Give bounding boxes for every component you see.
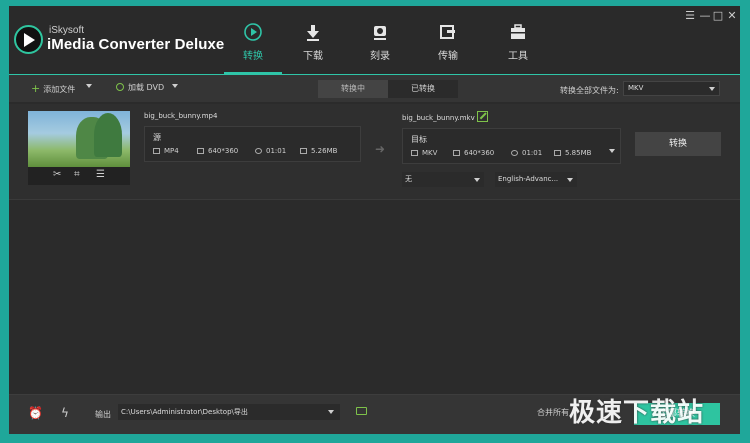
- thumbnail-tools: ✂ ⌗ ☰: [28, 167, 130, 185]
- menu-icon[interactable]: ☰: [684, 9, 696, 22]
- file-list-area: [9, 201, 740, 394]
- app-logo-icon: [14, 25, 43, 54]
- merge-all-label: 合并所有: [537, 408, 569, 417]
- load-dvd-button[interactable]: 加载 DVD: [116, 82, 164, 93]
- tab-transfer[interactable]: 传输: [418, 22, 478, 72]
- load-dvd-dropdown-icon[interactable]: [172, 84, 178, 88]
- tab-tools[interactable]: 工具: [488, 22, 548, 72]
- chevron-down-icon: [567, 178, 573, 182]
- tab-tools-label: 工具: [508, 51, 528, 62]
- lightning-icon[interactable]: ϟ: [61, 406, 69, 420]
- folder-size-icon: [300, 148, 307, 154]
- tab-burn-label: 刻录: [370, 51, 390, 62]
- status-segment: 转换中 已转换: [318, 80, 458, 98]
- source-info-box: 源 MP4 640*360 01:01 5.26MB: [144, 126, 361, 162]
- target-size: 5.85MB: [554, 149, 591, 157]
- tab-converted[interactable]: 已转换: [388, 80, 458, 98]
- source-duration: 01:01: [255, 147, 286, 155]
- clock-icon: [511, 150, 518, 156]
- chevron-down-icon: [474, 178, 480, 182]
- dvd-icon: [116, 83, 124, 91]
- target-label: 目标: [411, 135, 427, 144]
- clock-icon: [255, 148, 262, 154]
- add-files-dropdown-icon[interactable]: [86, 84, 92, 88]
- add-files-label: 添加文件: [43, 85, 76, 94]
- toolbox-icon: [488, 22, 548, 44]
- folder-icon[interactable]: [356, 407, 367, 415]
- tab-burn[interactable]: 刻录: [350, 22, 410, 72]
- app-window: iSkysoft iMedia Converter Deluxe 转换 下载 刻…: [9, 6, 740, 434]
- burn-disc-icon: [350, 22, 410, 44]
- source-label: 源: [153, 133, 161, 142]
- download-icon: [283, 22, 343, 44]
- title-bar: iSkysoft iMedia Converter Deluxe 转换 下载 刻…: [9, 6, 740, 74]
- subtitle-select[interactable]: 无: [402, 172, 484, 187]
- source-format: MP4: [153, 147, 179, 155]
- alarm-clock-icon[interactable]: ⏰: [28, 406, 43, 420]
- folder-size-icon: [554, 150, 561, 156]
- brand-small: iSkysoft: [49, 25, 85, 36]
- convert-button[interactable]: 转换: [635, 132, 721, 156]
- site-watermark: 极速下载站: [569, 398, 705, 428]
- output-label: 输出: [95, 410, 111, 419]
- target-file-name: big_buck_bunny.mkv: [402, 114, 475, 122]
- video-thumbnail[interactable]: [28, 111, 130, 167]
- target-duration: 01:01: [511, 149, 542, 157]
- load-dvd-label: 加载 DVD: [128, 83, 165, 92]
- output-path-value: C:\Users\Administrator\Desktop\导出: [121, 408, 248, 416]
- transfer-icon: [418, 22, 478, 44]
- convert-all-to-label: 转换全部文件为:: [560, 86, 619, 95]
- subtitle-value: 无: [405, 175, 412, 183]
- edit-icon[interactable]: [477, 111, 488, 122]
- source-file-name: big_buck_bunny.mp4: [144, 112, 218, 120]
- resolution-icon: [453, 150, 460, 156]
- tab-download[interactable]: 下载: [283, 22, 343, 72]
- convert-all-format-select[interactable]: MKV: [623, 81, 720, 96]
- chevron-down-icon: [328, 410, 334, 414]
- audio-track-value: English-Advanc...: [498, 175, 559, 183]
- audio-track-select[interactable]: English-Advanc...: [495, 172, 577, 187]
- film-icon: [153, 148, 160, 154]
- effects-icon[interactable]: ☰: [96, 169, 105, 180]
- target-format: MKV: [411, 149, 437, 157]
- crop-icon[interactable]: ⌗: [74, 169, 80, 180]
- film-icon: [411, 150, 418, 156]
- close-icon[interactable]: ✕: [726, 9, 738, 22]
- target-info-box[interactable]: 目标 MKV 640*360 01:01 5.85MB: [402, 128, 621, 164]
- tab-convert-label: 转换: [243, 51, 263, 62]
- toolbar: + 添加文件 加载 DVD 转换中 已转换 转换全部文件为: MKV: [9, 74, 740, 102]
- play-circle-icon: [223, 22, 283, 44]
- output-path-select[interactable]: C:\Users\Administrator\Desktop\导出: [118, 404, 340, 420]
- source-resolution: 640*360: [197, 147, 238, 155]
- add-files-button[interactable]: + 添加文件: [31, 82, 75, 95]
- resolution-icon: [197, 148, 204, 154]
- tab-download-label: 下载: [303, 51, 323, 62]
- tab-convert[interactable]: 转换: [223, 22, 283, 72]
- target-resolution: 640*360: [453, 149, 494, 157]
- tab-transfer-label: 传输: [438, 51, 458, 62]
- tab-converting[interactable]: 转换中: [318, 80, 388, 98]
- source-size: 5.26MB: [300, 147, 337, 155]
- app-title: iMedia Converter Deluxe: [47, 36, 225, 53]
- file-row: ✂ ⌗ ☰ big_buck_bunny.mp4 源 MP4 640*360 0…: [9, 104, 740, 200]
- plus-icon: +: [31, 82, 41, 95]
- trim-icon[interactable]: ✂: [53, 169, 61, 180]
- target-format-dropdown-icon[interactable]: [609, 149, 615, 153]
- minimize-icon[interactable]: —: [699, 9, 711, 22]
- arrow-right-icon: ➜: [375, 142, 386, 156]
- chevron-down-icon: [709, 87, 715, 91]
- maximize-icon[interactable]: □: [712, 9, 724, 22]
- format-select-value: MKV: [628, 84, 644, 92]
